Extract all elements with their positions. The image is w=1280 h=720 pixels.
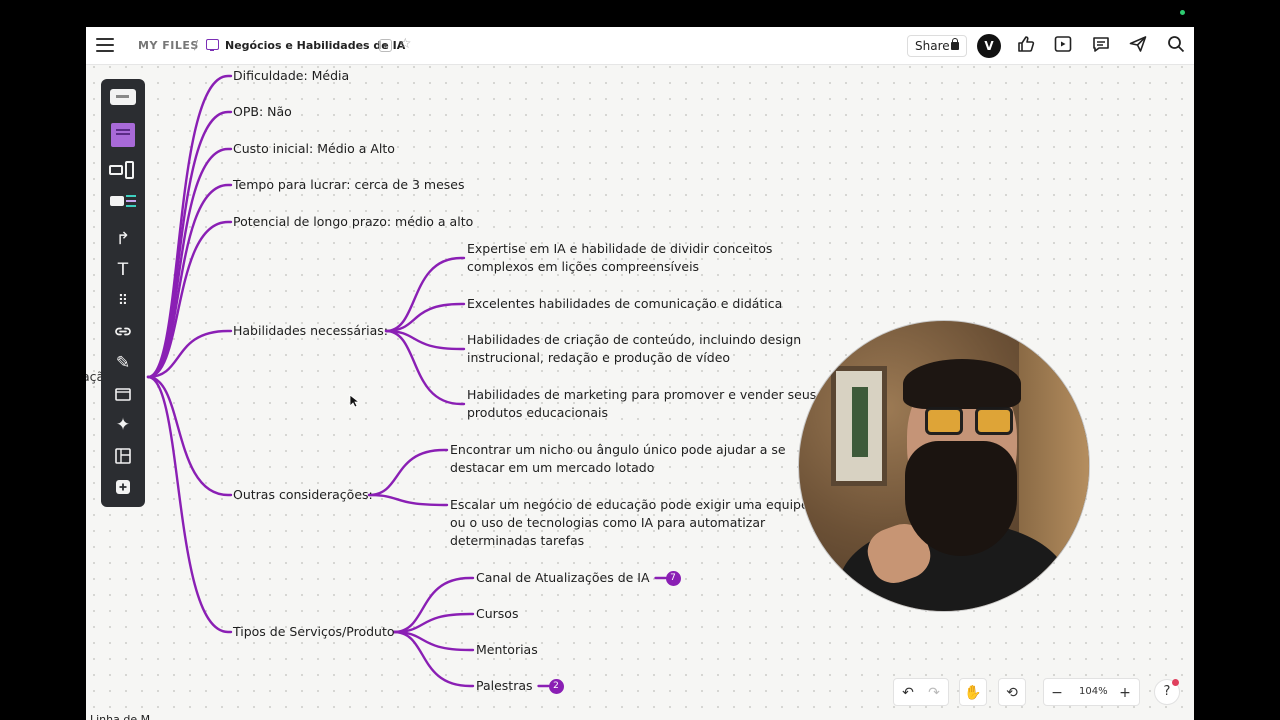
mindmap-item[interactable]: Potencial de longo prazo: médio a alto — [233, 213, 473, 231]
text-tool-icon[interactable]: T — [109, 257, 137, 283]
branch-line — [146, 220, 233, 379]
star-icon[interactable]: ☆ — [399, 36, 412, 52]
mindmap-item-skills[interactable]: Habilidades necessárias: — [233, 322, 388, 340]
flowchart-tool-icon[interactable] — [110, 193, 136, 209]
mindmap-subitem[interactable]: Canal de Atualizações de IA — [476, 569, 650, 587]
zoom-controls: − 104% + — [1043, 678, 1140, 706]
mindmap-subitem[interactable]: Escalar um negócio de educação pode exig… — [450, 496, 809, 514]
mindmap-subitem[interactable]: Habilidades de marketing para promover e… — [467, 386, 816, 404]
sub-branch-line — [392, 630, 475, 688]
lock-icon — [951, 38, 959, 50]
mindmap-subitem[interactable]: Mentorias — [476, 641, 538, 659]
breadcrumb-separator: / — [194, 38, 199, 52]
add-more-icon[interactable] — [109, 474, 137, 500]
mindmap-subitem[interactable]: Excelentes habilidades de comunicação e … — [467, 295, 782, 313]
mindmap-subitem: produtos educacionais — [467, 405, 608, 420]
mindmap-subitem[interactable]: destacar em um mercado lotado — [450, 459, 654, 477]
count-badge[interactable]: 7 — [665, 571, 681, 586]
zoom-in-icon[interactable]: + — [1115, 683, 1135, 703]
pen-icon[interactable]: ✎ — [109, 350, 137, 376]
board-app: açãDificuldade: MédiaOPB: NãoCusto inici… — [86, 27, 1194, 720]
share-button[interactable]: Share — [907, 35, 967, 57]
zoom-out-icon[interactable]: − — [1047, 683, 1067, 703]
webcam-video — [798, 320, 1090, 612]
menu-icon[interactable] — [96, 38, 114, 52]
sub-branch-line — [384, 256, 466, 333]
device-mockup-tool-icon[interactable] — [109, 159, 137, 181]
sub-branch-line — [392, 576, 475, 634]
sub-branch-line — [367, 493, 449, 507]
mindmap-subitem[interactable]: Encontrar um nicho ou ângulo único pode … — [450, 441, 786, 459]
mindmap-subitem[interactable]: ou o uso de tecnologias como IA para aut… — [450, 514, 765, 532]
next-node-partial[interactable]: Linha de M — [90, 711, 150, 720]
presenter-beard — [905, 441, 1017, 556]
recording-indicator — [1180, 10, 1185, 15]
mindmap-subitem[interactable]: Expertise em IA e habilidade de dividir … — [467, 240, 772, 258]
link-icon[interactable] — [109, 319, 137, 345]
mindmap-subitem[interactable]: Cursos — [476, 605, 518, 623]
mindmap-item[interactable]: OPB: Não — [233, 103, 292, 121]
mindmap-subitem: complexos em lições compreensíveis — [467, 259, 700, 274]
presenter-hair — [903, 359, 1021, 409]
connector-arrow-icon[interactable]: ↱ — [109, 226, 137, 252]
hand-tool-box: ✋ — [959, 678, 987, 706]
mindmap-item[interactable]: Custo inicial: Médio a Alto — [233, 140, 395, 158]
count-badge[interactable]: 2 — [548, 679, 564, 694]
breadcrumb-my-files[interactable]: MY FILES — [138, 39, 199, 52]
sub-branch-line — [367, 448, 449, 497]
present-icon[interactable] — [1051, 34, 1075, 58]
undo-redo-group: ↶ ↷ — [893, 678, 949, 706]
mindmap-subitem[interactable]: Palestras — [476, 677, 533, 695]
wall-painting — [831, 366, 887, 486]
mindmap-item-types[interactable]: Tipos de Serviços/Produto — [233, 623, 395, 641]
comment-card-tool-icon[interactable] — [110, 89, 136, 105]
mindmap-subitem[interactable]: determinadas tarefas — [450, 532, 584, 550]
comment-icon[interactable] — [1089, 34, 1113, 58]
hand-icon[interactable]: ✋ — [963, 683, 983, 703]
grid-apps-icon[interactable]: ⠿ — [109, 288, 137, 314]
mindmap-item[interactable]: Tempo para lucrar: cerca de 3 meses — [233, 176, 465, 194]
history-icon[interactable]: ⟲ — [1002, 683, 1022, 703]
glasses-lens-left — [925, 407, 963, 435]
glasses-lens-right — [975, 407, 1013, 435]
mindmap-item-other[interactable]: Outras considerações: — [233, 486, 373, 504]
branch-line — [146, 375, 233, 634]
avatar[interactable]: V — [977, 34, 1001, 58]
board-menu-chevron-down-icon[interactable]: ▾ — [379, 39, 392, 52]
board-icon — [206, 39, 219, 51]
send-icon[interactable] — [1126, 34, 1150, 58]
top-bar: MY FILES / Negócios e Habilidades de IA … — [86, 27, 1194, 65]
left-toolbar: ↱ T ⠿ ✎ ✦ — [101, 79, 145, 507]
zoom-level[interactable]: 104% — [1079, 686, 1108, 697]
sticky-note-tool-icon[interactable] — [111, 123, 135, 147]
branch-line — [146, 375, 233, 497]
share-label: Share — [915, 39, 950, 53]
mindmap-item[interactable]: Dificuldade: Média — [233, 67, 349, 85]
mindmap-subitem: instrucional, redação e produção de víde… — [467, 350, 731, 365]
notification-dot — [1172, 679, 1179, 686]
history-box: ⟲ — [998, 678, 1026, 706]
template-layout-icon[interactable] — [109, 443, 137, 469]
redo-icon[interactable]: ↷ — [924, 683, 944, 703]
sub-branch-line — [384, 329, 466, 406]
search-icon[interactable] — [1164, 34, 1188, 58]
mindmap-subitem[interactable]: Habilidades de criação de conteúdo, incl… — [467, 331, 801, 349]
undo-icon[interactable]: ↶ — [898, 683, 918, 703]
ai-sparkle-icon[interactable]: ✦ — [109, 412, 137, 438]
frame-tool-icon[interactable] — [109, 381, 137, 407]
thumbs-up-icon[interactable] — [1014, 34, 1038, 58]
